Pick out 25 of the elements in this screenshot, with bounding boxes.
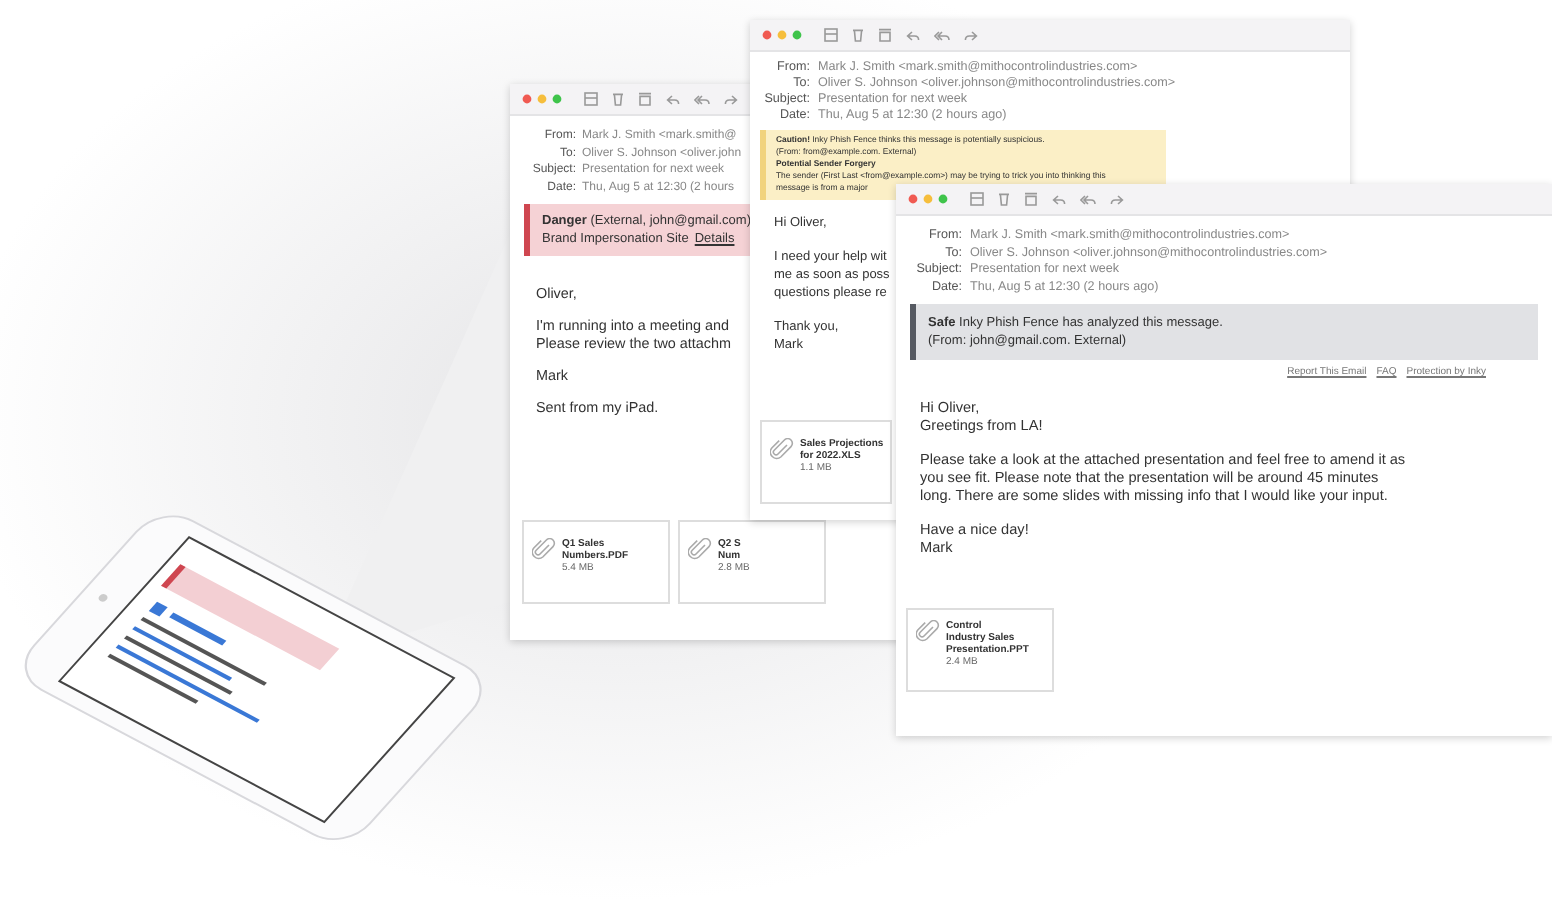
trash-icon[interactable] (998, 192, 1010, 206)
window-controls-icon[interactable] (762, 30, 802, 40)
archive-icon[interactable] (824, 28, 838, 42)
paperclip-icon (688, 538, 712, 562)
reply-all-icon[interactable] (1080, 193, 1096, 205)
junk-icon[interactable] (638, 92, 652, 106)
trash-icon[interactable] (612, 92, 624, 106)
archive-icon[interactable] (970, 192, 984, 206)
junk-icon[interactable] (878, 28, 892, 42)
window-controls-icon[interactable] (522, 94, 562, 104)
window-controls-icon[interactable] (908, 194, 948, 204)
junk-icon[interactable] (1024, 192, 1038, 206)
reply-icon[interactable] (1052, 193, 1066, 205)
reply-icon[interactable] (906, 29, 920, 41)
paperclip-icon (916, 620, 940, 644)
archive-icon[interactable] (584, 92, 598, 106)
forward-icon[interactable] (724, 93, 738, 105)
paperclip-icon (532, 538, 556, 562)
reply-icon[interactable] (666, 93, 680, 105)
paperclip-icon (770, 438, 794, 462)
forward-icon[interactable] (1110, 193, 1124, 205)
reply-all-icon[interactable] (934, 29, 950, 41)
trash-icon[interactable] (852, 28, 864, 42)
reply-all-icon[interactable] (694, 93, 710, 105)
forward-icon[interactable] (964, 29, 978, 41)
